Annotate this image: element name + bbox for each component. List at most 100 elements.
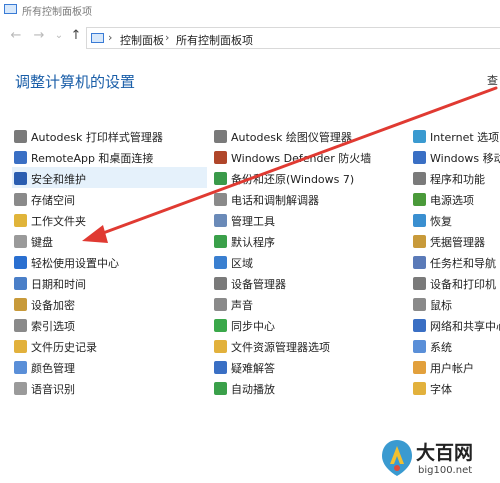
control-panel-item-label: 恢复 (430, 215, 452, 228)
control-panel-item-label: 工作文件夹 (31, 215, 86, 228)
power-icon (413, 193, 426, 206)
internet-options-icon (413, 130, 426, 143)
control-panel-item[interactable]: 鼠标 (413, 296, 500, 314)
breadcrumb-separator[interactable]: › (108, 31, 112, 44)
up-arrow-icon[interactable]: ↑ (68, 28, 84, 44)
control-panel-item-label: 设备加密 (31, 299, 75, 312)
control-panel-item[interactable]: 默认程序 (214, 233, 404, 251)
watermark-url: big100.net (418, 465, 473, 476)
control-panel-item[interactable]: 备份和还原(Windows 7) (214, 170, 404, 188)
sync-center-icon (214, 319, 227, 332)
control-panel-item[interactable]: 文件资源管理器选项 (214, 338, 404, 356)
device-manager-icon (214, 277, 227, 290)
breadcrumb-all-items[interactable]: 所有控制面板项 (176, 32, 253, 48)
watermark: 大百网 big100.net (380, 436, 500, 483)
control-panel-item[interactable]: 设备和打印机 (413, 275, 500, 293)
ease-of-access-icon (14, 256, 27, 269)
control-panel-item[interactable]: 同步中心 (214, 317, 404, 335)
file-history-icon (14, 340, 27, 353)
forward-arrow-icon[interactable]: → (31, 28, 47, 44)
default-programs-icon (214, 235, 227, 248)
breadcrumb-control-panel[interactable]: 控制面板 (120, 32, 164, 48)
control-panel-item-label: Internet 选项 (430, 131, 500, 144)
control-panel-item[interactable]: 安全和维护 (14, 170, 204, 188)
control-panel-item[interactable]: 设备加密 (14, 296, 204, 314)
control-panel-item-label: 自动播放 (231, 383, 275, 396)
control-panel-item[interactable]: RemoteApp 和桌面连接 (14, 149, 204, 167)
view-by-label[interactable]: 查 (487, 72, 498, 88)
mouse-icon (413, 298, 426, 311)
control-panel-item[interactable]: Windows 移动中心 (413, 149, 500, 167)
control-panel-item[interactable]: 存储空间 (14, 191, 204, 209)
programs-icon (413, 172, 426, 185)
control-panel-item[interactable]: 日期和时间 (14, 275, 204, 293)
control-panel-item[interactable]: 工作文件夹 (14, 212, 204, 230)
credential-icon (413, 235, 426, 248)
control-panel-item[interactable]: 自动播放 (214, 380, 404, 398)
system-icon (413, 340, 426, 353)
page-title: 调整计算机的设置 (15, 73, 136, 91)
control-panel-item-label: 默认程序 (231, 236, 275, 249)
autoplay-icon (214, 382, 227, 395)
control-panel-item-label: 凭据管理器 (430, 236, 485, 249)
recent-locations-chevron-icon[interactable]: ⌄ (51, 28, 67, 44)
color-management-icon (14, 361, 27, 374)
region-icon (214, 256, 227, 269)
control-panel-item-label: 存储空间 (31, 194, 75, 207)
control-panel-item-label: 轻松使用设置中心 (31, 257, 119, 270)
control-panel-item-label: 区域 (231, 257, 253, 270)
control-panel-item[interactable]: 电话和调制解调器 (214, 191, 404, 209)
control-panel-item-label: 电源选项 (430, 194, 474, 207)
control-panel-item-label: 文件资源管理器选项 (231, 341, 330, 354)
navigation-bar: ← → ⌄ ↑ › 控制面板 › 所有控制面板项 (0, 24, 500, 50)
control-panel-item-label: 索引选项 (31, 320, 75, 333)
control-panel-item[interactable]: 任务栏和导航 (413, 254, 500, 272)
network-icon (413, 319, 426, 332)
control-panel-item[interactable]: Autodesk 打印样式管理器 (14, 128, 204, 146)
control-panel-item[interactable]: 用户帐户 (413, 359, 500, 377)
control-panel-item[interactable]: Autodesk 绘图仪管理器 (214, 128, 404, 146)
storage-icon (14, 193, 27, 206)
control-panel-item-label: 设备管理器 (231, 278, 286, 291)
back-arrow-icon[interactable]: ← (8, 28, 24, 44)
control-panel-item-label: Windows 移动中心 (430, 152, 500, 165)
phone-modem-icon (214, 193, 227, 206)
control-panel-item-label: 同步中心 (231, 320, 275, 333)
address-bar[interactable]: › 控制面板 › 所有控制面板项 (86, 27, 500, 49)
control-panel-item[interactable]: Internet 选项 (413, 128, 500, 146)
control-panel-item[interactable]: 索引选项 (14, 317, 204, 335)
control-panel-item[interactable]: 轻松使用设置中心 (14, 254, 204, 272)
date-time-icon (14, 277, 27, 290)
control-panel-item[interactable]: 语音识别 (14, 380, 204, 398)
control-panel-item-label: 键盘 (31, 236, 53, 249)
breadcrumb-separator[interactable]: › (165, 31, 169, 44)
control-panel-item[interactable]: 字体 (413, 380, 500, 398)
control-panel-item-label: 鼠标 (430, 299, 452, 312)
control-panel-item[interactable]: 文件历史记录 (14, 338, 204, 356)
control-panel-item[interactable]: 键盘 (14, 233, 204, 251)
explorer-options-icon (214, 340, 227, 353)
control-panel-item[interactable]: 凭据管理器 (413, 233, 500, 251)
control-panel-item[interactable]: 系统 (413, 338, 500, 356)
control-panel-item[interactable]: 恢复 (413, 212, 500, 230)
control-panel-item[interactable]: 声音 (214, 296, 404, 314)
control-panel-item[interactable]: 网络和共享中心 (413, 317, 500, 335)
control-panel-item-label: 颜色管理 (31, 362, 75, 375)
control-panel-item[interactable]: 设备管理器 (214, 275, 404, 293)
control-panel-item-label: 电话和调制解调器 (231, 194, 319, 207)
control-panel-item-label: Autodesk 打印样式管理器 (31, 131, 163, 144)
control-panel-item-label: 声音 (231, 299, 253, 312)
taskbar-icon (413, 256, 426, 269)
printer-style-icon (14, 130, 27, 143)
control-panel-item-label: 设备和打印机 (430, 278, 496, 291)
control-panel-item-label: 备份和还原(Windows 7) (231, 173, 355, 186)
control-panel-item[interactable]: 程序和功能 (413, 170, 500, 188)
control-panel-item[interactable]: 颜色管理 (14, 359, 204, 377)
control-panel-item[interactable]: 管理工具 (214, 212, 404, 230)
control-panel-item-label: 语音识别 (31, 383, 75, 396)
control-panel-item[interactable]: 疑难解答 (214, 359, 404, 377)
control-panel-item[interactable]: Windows Defender 防火墙 (214, 149, 404, 167)
sound-icon (214, 298, 227, 311)
control-panel-item[interactable]: 区域 (214, 254, 404, 272)
control-panel-item[interactable]: 电源选项 (413, 191, 500, 209)
